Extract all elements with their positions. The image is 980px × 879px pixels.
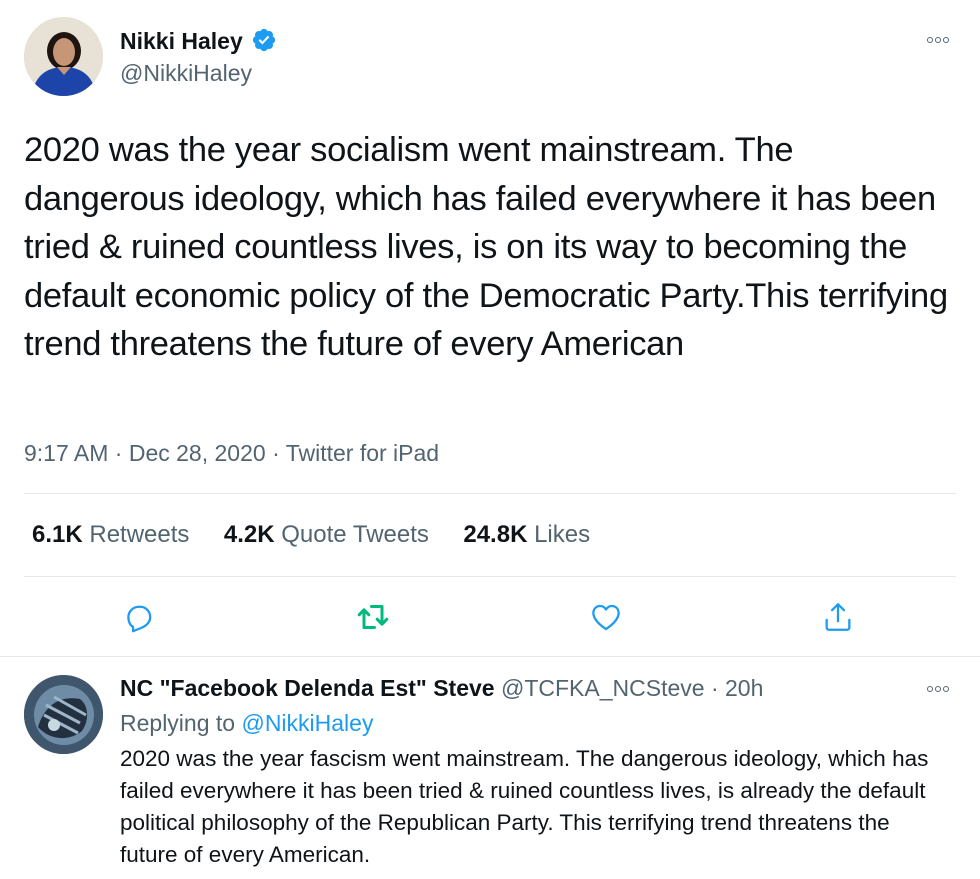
reply-icon[interactable] — [119, 597, 159, 637]
replying-to: Replying to @NikkiHaley — [120, 710, 374, 736]
tweet-meta: 9:17 AM · Dec 28, 2020 · Twitter for iPa… — [24, 440, 440, 466]
reply-text: 2020 was the year fascism went mainstrea… — [120, 746, 929, 867]
more-icon[interactable] — [925, 35, 951, 45]
divider — [24, 493, 956, 494]
author-handle[interactable]: @NikkiHaley — [120, 60, 252, 87]
tweet-time[interactable]: 9:17 AM — [24, 440, 108, 466]
quote-tweets-stat[interactable]: 4.2K Quote Tweets — [224, 521, 429, 549]
likes-stat[interactable]: 24.8K Likes — [463, 521, 590, 549]
replying-to-handle[interactable]: @NikkiHaley — [241, 710, 373, 736]
author-name[interactable]: Nikki Haley — [120, 27, 277, 59]
tweet-date[interactable]: Dec 28, 2020 — [129, 440, 266, 466]
verified-badge-icon — [251, 27, 277, 59]
reply-author-handle[interactable]: @TCFKA_NCSteve — [501, 675, 705, 701]
heart-icon[interactable] — [586, 597, 626, 637]
divider — [24, 576, 956, 577]
reply-time[interactable]: 20h — [725, 675, 763, 701]
reply-header: NC "Facebook Delenda Est" Steve @TCFKA_N… — [120, 675, 764, 701]
more-icon[interactable] — [925, 684, 951, 694]
retweets-stat[interactable]: 6.1K Retweets — [32, 521, 189, 549]
retweet-icon[interactable] — [353, 597, 393, 637]
share-icon[interactable] — [818, 597, 858, 637]
reply-author-name[interactable]: NC "Facebook Delenda Est" Steve — [120, 675, 495, 701]
avatar[interactable] — [24, 17, 103, 96]
tweet-source[interactable]: Twitter for iPad — [286, 440, 439, 466]
tweet-stats: 6.1K Retweets 4.2K Quote Tweets 24.8K Li… — [32, 521, 620, 549]
avatar[interactable] — [24, 675, 103, 754]
tweet-text: 2020 was the year socialism went mainstr… — [24, 131, 948, 364]
divider — [0, 656, 980, 657]
